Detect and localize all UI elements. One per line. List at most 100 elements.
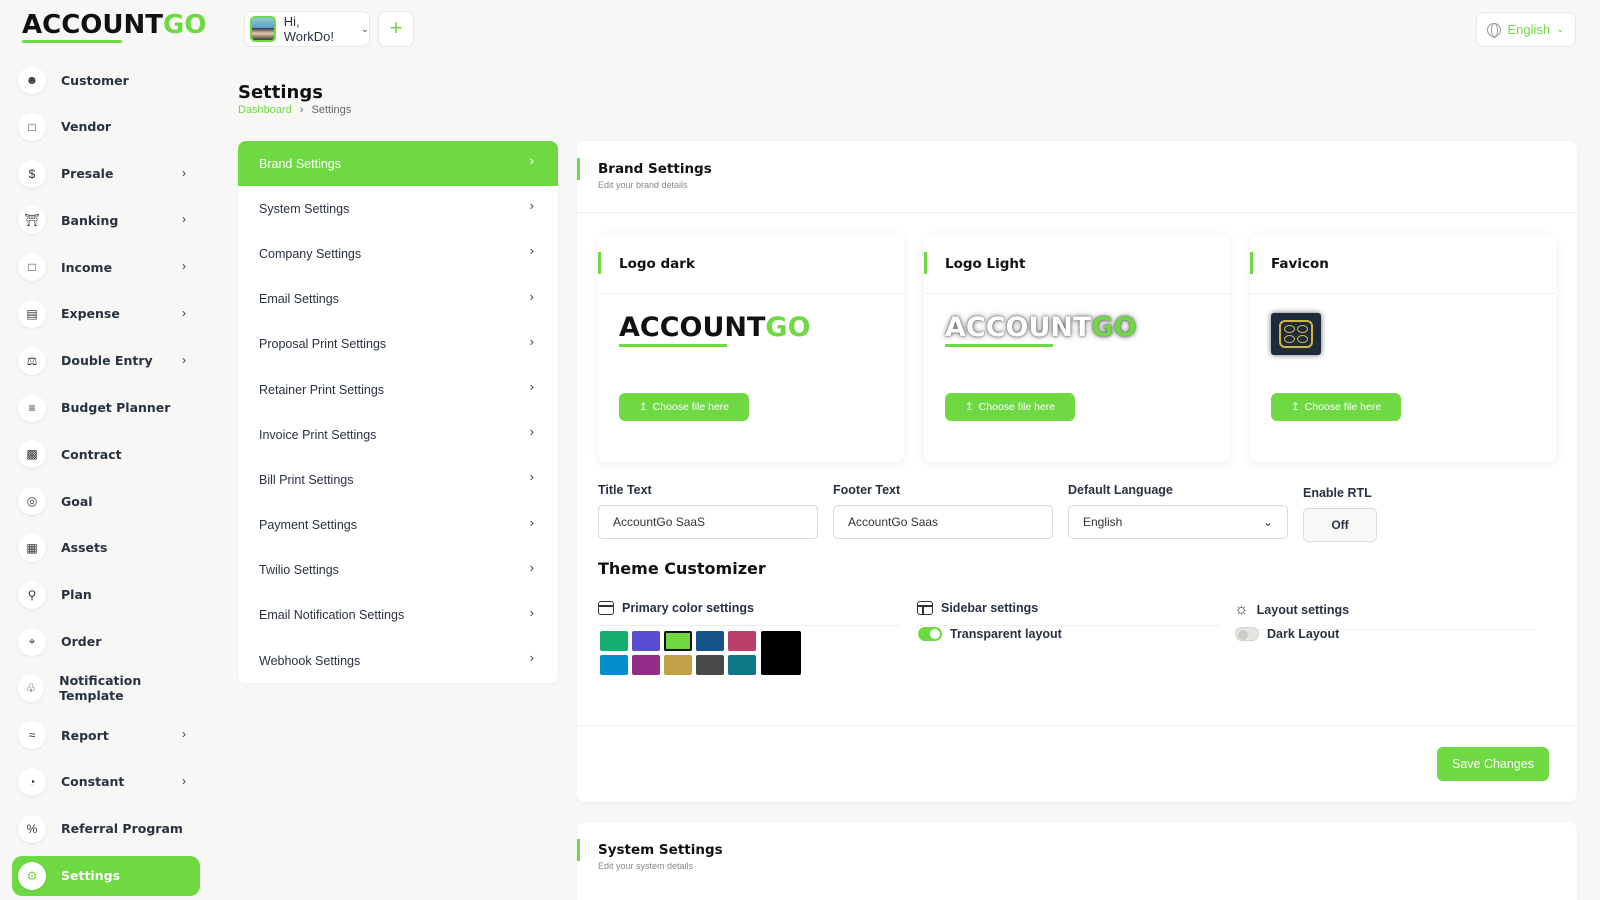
color-swatch[interactable] <box>696 631 724 651</box>
sidebar-item-goal[interactable]: ◎ Goal <box>12 481 200 521</box>
sidebar-item-presale[interactable]: $ Presale › <box>12 154 200 194</box>
file-dollar-icon: $ <box>18 159 46 188</box>
sidebar-item-label: Expense <box>61 306 120 322</box>
settings-menu-twilio-settings[interactable]: Twilio Settings › <box>238 548 558 593</box>
sidebar-item-label: Income <box>61 259 113 275</box>
settings-menu-invoice-print-settings[interactable]: Invoice Print Settings › <box>238 412 558 457</box>
dark-layout-toggle[interactable] <box>1235 627 1259 641</box>
card-subtitle: Edit your brand details <box>598 180 688 190</box>
breadcrumb-dashboard[interactable]: Dashboard <box>238 104 292 116</box>
settings-menu-proposal-print-settings[interactable]: Proposal Print Settings › <box>238 322 558 367</box>
sidebar-item-label: Referral Program <box>61 821 183 837</box>
sidebar-item-label: Notification Template <box>59 673 142 704</box>
chevron-right-icon: › <box>529 514 534 530</box>
save-changes-button[interactable]: Save Changes <box>1437 747 1549 781</box>
color-swatch[interactable] <box>728 631 756 651</box>
language-label: English <box>1507 22 1551 37</box>
sidebar-item-order[interactable]: ⌖ Order <box>12 622 200 662</box>
sidebar-item-double-entry[interactable]: ⚖ Double Entry › <box>12 341 200 381</box>
color-swatch[interactable] <box>632 655 660 675</box>
sun-icon: ☼ <box>1234 601 1249 618</box>
logo-light-title: Logo Light <box>924 234 1230 294</box>
default-language-field: Default Language English ⌄ <box>1068 483 1288 539</box>
color-swatch[interactable] <box>696 655 724 675</box>
settings-menu-system-settings[interactable]: System Settings › <box>238 186 558 231</box>
settings-menu-email-settings[interactable]: Email Settings › <box>238 277 558 322</box>
chevron-right-icon: › <box>182 305 186 320</box>
logo-dark-preview: ACCOUNTGO <box>619 314 811 347</box>
upload-icon: ↥ <box>1290 401 1300 413</box>
title-text-field: Title Text AccountGo SaaS <box>598 483 818 539</box>
color-swatch[interactable] <box>728 655 756 675</box>
chevron-right-icon: › <box>529 378 534 394</box>
settings-menu-label: Invoice Print Settings <box>259 427 377 442</box>
transparent-layout-label: Transparent layout <box>950 627 1062 641</box>
sidebar-item-expense[interactable]: ▤ Expense › <box>12 294 200 334</box>
transparent-layout-toggle[interactable] <box>918 627 942 641</box>
footer-text-input[interactable]: AccountGo Saas <box>833 505 1053 539</box>
chevron-right-icon: › <box>182 259 186 274</box>
logo-light-card: Logo Light ACCOUNTGO ↥ Choose file here <box>924 234 1230 462</box>
sidebar: ☻ Customer □ Vendor $ Presale › ⛩ Banking › □ Incom… <box>12 60 200 900</box>
discount-icon: % <box>18 814 46 843</box>
sidebar-item-assets[interactable]: ▦ Assets <box>12 528 200 568</box>
chevron-right-icon: › <box>529 153 534 168</box>
settings-menu-webhook-settings[interactable]: Webhook Settings › <box>238 638 558 683</box>
color-swatch[interactable] <box>600 631 628 651</box>
trophy-icon: ⚲ <box>18 580 46 609</box>
custom-color-picker[interactable] <box>761 631 801 675</box>
settings-menu-email-notification-settings[interactable]: Email Notification Settings › <box>238 593 558 638</box>
sidebar-item-constant[interactable]: ◔ Constant › <box>12 762 200 802</box>
chevron-right-icon: › <box>529 650 534 666</box>
choose-favicon-button[interactable]: ↥ Choose file here <box>1271 393 1401 421</box>
sidebar-item-referral-program[interactable]: % Referral Program <box>12 809 200 849</box>
upload-icon: ↥ <box>964 401 974 413</box>
default-language-select[interactable]: English ⌄ <box>1068 505 1288 539</box>
settings-menu-brand-settings[interactable]: Brand Settings › <box>238 141 558 187</box>
sidebar-item-customer[interactable]: ☻ Customer <box>12 60 200 100</box>
footer-text-label: Footer Text <box>833 483 901 497</box>
breadcrumb-current: Settings <box>311 104 352 116</box>
color-swatch[interactable] <box>600 655 628 675</box>
layout-settings-header: ☼ Layout settings <box>1234 601 1536 630</box>
chevron-right-icon: › <box>529 198 534 214</box>
color-swatches <box>600 631 756 675</box>
sidebar-item-notification-template[interactable]: ♧ Notification Template <box>12 668 200 708</box>
color-swatch[interactable] <box>632 631 660 651</box>
user-menu[interactable]: Hi, WorkDo! ⌄ <box>244 11 370 47</box>
brand-settings-card: Brand Settings Edit your brand details L… <box>577 141 1577 802</box>
sidebar-item-contract[interactable]: ▩ Contract <box>12 434 200 474</box>
brand-logo[interactable]: ACCOUNTGO <box>22 12 206 46</box>
settings-menu-payment-settings[interactable]: Payment Settings › <box>238 503 558 548</box>
title-text-label: Title Text <box>598 483 652 497</box>
add-button[interactable]: + <box>378 11 414 47</box>
logo-dark-card: Logo dark ACCOUNTGO ↥ Choose file here <box>598 234 904 462</box>
chevron-down-icon: ⌄ <box>1262 515 1273 529</box>
sidebar-item-budget-planner[interactable]: ≡ Budget Planner <box>12 388 200 428</box>
settings-menu-company-settings[interactable]: Company Settings › <box>238 231 558 276</box>
cart-icon: ⌖ <box>18 627 46 656</box>
system-settings-header: System Settings Edit your system details <box>577 822 1577 894</box>
credit-card-icon <box>598 601 614 615</box>
sidebar-item-settings[interactable]: ⚙ Settings <box>12 855 200 896</box>
sidebar-item-income[interactable]: □ Income › <box>12 247 200 287</box>
sidebar-item-report[interactable]: ≈ Report › <box>12 715 200 755</box>
sidebar-item-label: Goal <box>61 493 93 509</box>
sidebar-item-label: Report <box>61 727 109 743</box>
plus-icon: + <box>389 15 403 40</box>
color-swatch[interactable] <box>664 631 692 651</box>
settings-menu-bill-print-settings[interactable]: Bill Print Settings › <box>238 457 558 502</box>
transparent-layout-row: Transparent layout <box>918 627 1062 641</box>
title-text-input[interactable]: AccountGo SaaS <box>598 505 818 539</box>
color-swatch[interactable] <box>664 655 692 675</box>
sidebar-item-vendor[interactable]: □ Vendor <box>12 107 200 147</box>
choose-logo-light-button[interactable]: ↥ Choose file here <box>945 393 1075 421</box>
note-icon: □ <box>18 112 46 141</box>
language-dropdown[interactable]: English ⌄ <box>1476 12 1576 47</box>
system-settings-title: System Settings <box>598 842 723 858</box>
enable-rtl-toggle[interactable]: Off <box>1303 508 1377 542</box>
sidebar-item-plan[interactable]: ⚲ Plan <box>12 575 200 615</box>
sidebar-item-banking[interactable]: ⛩ Banking › <box>12 200 200 240</box>
choose-logo-dark-button[interactable]: ↥ Choose file here <box>619 393 749 421</box>
settings-menu-retainer-print-settings[interactable]: Retainer Print Settings › <box>238 367 558 412</box>
